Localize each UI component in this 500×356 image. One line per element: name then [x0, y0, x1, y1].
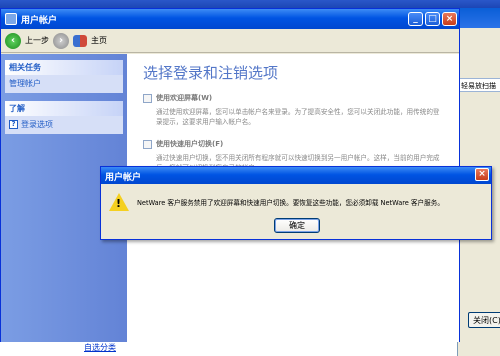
help-icon: ?	[9, 120, 18, 129]
fast-switching-option: 使用快速用户切换(F)	[143, 139, 443, 149]
dialog-close-button[interactable]: ×	[475, 168, 489, 181]
fast-switching-checkbox[interactable]	[143, 140, 152, 149]
users-icon	[73, 34, 87, 47]
logon-options-label: 登录选项	[21, 120, 53, 129]
welcome-screen-label: 使用欢迎屏幕(W)	[156, 94, 213, 102]
background-titlebar	[458, 8, 500, 28]
toolbar: ‹ 上一步 › 主页	[1, 29, 459, 53]
logon-options-link[interactable]: ? 登录选项	[5, 116, 123, 134]
back-button[interactable]: 上一步	[25, 35, 49, 46]
manage-accounts-link[interactable]: 管理帐户	[5, 75, 123, 93]
back-arrow-icon[interactable]: ‹	[5, 32, 21, 49]
welcome-screen-checkbox[interactable]	[143, 94, 152, 103]
page-title: 选择登录和注销选项	[143, 64, 279, 82]
manage-accounts-label: 管理帐户	[9, 79, 41, 88]
fast-switching-label: 使用快速用户切换(F)	[156, 140, 224, 148]
learn-box: 了解 ? 登录选项	[5, 101, 123, 134]
background-close-button[interactable]: 关闭(C)	[468, 312, 500, 328]
home-button[interactable]: 主页	[91, 35, 107, 46]
maximize-button[interactable]: □	[425, 12, 440, 26]
forward-arrow-icon[interactable]: ›	[53, 32, 69, 49]
message-dialog: 用户帐户 × ! NetWare 客户服务禁用了欢迎屏幕和快速用户切换。要恢复这…	[100, 166, 492, 240]
welcome-screen-description: 通过使用欢迎屏幕，您可以单击帐户名来登录。为了提高安全性，您可以关闭此功能，用传…	[156, 108, 440, 126]
user-accounts-icon	[5, 13, 17, 25]
taskbar-strip	[0, 0, 500, 8]
bottom-link[interactable]: 自选分类	[84, 342, 116, 353]
related-tasks-header: 相关任务	[5, 60, 123, 75]
background-panel-text: 轻易放扫描	[458, 78, 500, 92]
dialog-body: ! NetWare 客户服务禁用了欢迎屏幕和快速用户切换。要恢复这些功能，您必须…	[101, 184, 491, 211]
dialog-message: NetWare 客户服务禁用了欢迎屏幕和快速用户切换。要恢复这些功能，您必须卸载…	[137, 199, 444, 207]
ok-button[interactable]: 确定	[274, 218, 320, 233]
window-titlebar: 用户帐户 _ □ ×	[1, 9, 459, 29]
dialog-title: 用户帐户	[105, 173, 142, 183]
learn-header: 了解	[5, 101, 123, 116]
minimize-button[interactable]: _	[408, 12, 423, 26]
welcome-screen-option: 使用欢迎屏幕(W)	[143, 93, 443, 103]
related-tasks-box: 相关任务 管理帐户	[5, 60, 123, 93]
close-button[interactable]: ×	[442, 12, 457, 26]
warning-icon: !	[109, 193, 129, 211]
dialog-titlebar: 用户帐户 ×	[101, 167, 491, 184]
window-title: 用户帐户	[21, 15, 58, 26]
